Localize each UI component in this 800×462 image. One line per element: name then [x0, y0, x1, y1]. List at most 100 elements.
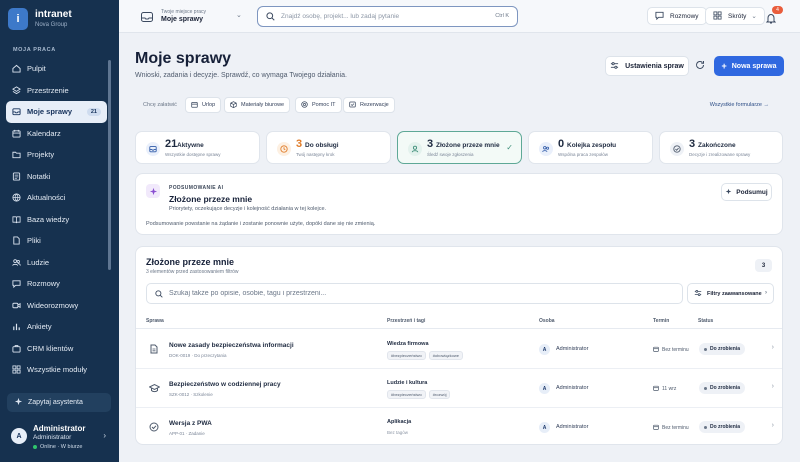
sidebar-scrollbar[interactable] [108, 60, 111, 270]
topbar: Twoje miejsce pracy Moje sprawy ⌄ Ctrl K… [119, 0, 800, 33]
chart-icon [12, 322, 21, 331]
status-text: Do zrobienia [710, 385, 741, 391]
case-due-text: Bez terminu [662, 347, 689, 353]
list-search[interactable] [146, 283, 683, 304]
chip-urlop[interactable]: Urlop [185, 97, 222, 113]
ask-assistant-button[interactable]: Zapytaj asystenta [7, 393, 111, 412]
calendar-icon [653, 424, 659, 432]
case-settings-button[interactable]: Ustawienia spraw [605, 56, 689, 76]
sidebar-item-label: Pliki [27, 236, 41, 246]
chip-pomoc-it[interactable]: Pomoc IT [295, 97, 342, 113]
chip-label: Pomoc IT [312, 102, 336, 108]
case-space: Aplikacja [387, 419, 412, 425]
chat-button[interactable]: Rozmowy [647, 7, 707, 25]
tag[interactable]: #bezpieczeństwo [387, 390, 426, 399]
stat-label: Kolejka zespołu [567, 142, 617, 149]
shortcuts-label: Skróty [728, 12, 747, 20]
sidebar-item-notatki[interactable]: Notatki [6, 166, 107, 188]
shortcuts-button[interactable]: Skróty ⌄ [705, 7, 765, 25]
stat-card-team-queue[interactable]: 0 Kolejka zespołu Wspólna praca zespołów [528, 131, 653, 164]
chip-materialy-biurowe[interactable]: Materiały biurowe [224, 97, 291, 113]
chat-label: Rozmowy [670, 12, 699, 20]
sidebar-item-rozmowy[interactable]: Rozmowy [6, 273, 107, 295]
tag[interactable]: #obowiązkowe [428, 351, 463, 360]
user-menu[interactable]: A Administrator Administrator Online · W… [11, 424, 111, 454]
stat-number: 0 [558, 138, 565, 150]
ask-assistant-label: Zapytaj asystenta [28, 399, 83, 406]
status-badge: Do zrobienia [699, 343, 746, 355]
case-meta: SZK-0012 · Szkolenie [169, 392, 213, 397]
case-meta: APP-01 · Zadanie [169, 431, 205, 436]
sidebar-item-przestrzenie[interactable]: Przestrzenie [6, 80, 107, 102]
notifications-badge: 4 [772, 6, 783, 14]
booking-icon [349, 101, 356, 110]
chevron-right-icon[interactable]: › [772, 422, 774, 429]
workspace-switcher[interactable]: Twoje miejsce pracy Moje sprawy [141, 9, 206, 24]
sidebar-item-ludzie[interactable]: Ludzie [6, 252, 107, 274]
book-icon [12, 215, 21, 224]
clock-icon [277, 142, 291, 156]
stat-description: Decyzje i zrealizowane sprawy [689, 152, 751, 157]
stat-card-completed[interactable]: 3 Zakończone Decyzje i zrealizowane spra… [659, 131, 783, 164]
column-case[interactable]: Sprawa [146, 318, 164, 324]
table-row[interactable]: Wersja z PWA APP-01 · Zadanie Aplikacja … [136, 408, 782, 444]
refresh-button[interactable] [693, 58, 707, 72]
chip-label: Rezerwacje [360, 102, 389, 108]
chevron-right-icon[interactable]: › [772, 344, 774, 351]
sidebar-item-ankiety[interactable]: Ankiety [6, 316, 107, 338]
sidebar-item-wszystkie-moduly[interactable]: Wszystkie moduły [6, 359, 107, 381]
summarize-button[interactable]: Podsumuj [721, 183, 772, 201]
sidebar-item-wideorozmowy[interactable]: Wideorozmowy [6, 295, 107, 317]
sidebar-item-crm[interactable]: CRM klientów [6, 338, 107, 360]
summarize-label: Podsumuj [736, 188, 768, 196]
sidebar-item-label: Pulpit [27, 64, 46, 74]
sidebar-item-baza-wiedzy[interactable]: Baza wiedzy [6, 209, 107, 231]
sidebar-item-label: Projekty [27, 150, 55, 160]
sidebar-item-aktualnosci[interactable]: Aktualności [6, 187, 107, 209]
page-subtitle: Wnioski, zadania i decyzje. Sprawdź, co … [135, 72, 347, 79]
column-due[interactable]: Termin [653, 318, 669, 324]
brand[interactable]: i intranet Nova Group [8, 8, 72, 30]
case-owner: Administrator [556, 346, 589, 352]
check-icon: ✓ [506, 143, 513, 152]
sidebar-item-kalendarz[interactable]: Kalendarz [6, 123, 107, 145]
stat-card-to-handle[interactable]: 3 Do obsługi Twój następny krok [266, 131, 391, 164]
sidebar-item-projekty[interactable]: Projekty [6, 144, 107, 166]
stat-card-submitted-by-me[interactable]: 3 Złożone przeze mnie Śledź swoje zgłosz… [397, 131, 522, 164]
tag[interactable]: #rozwój [428, 390, 451, 399]
stat-description: Wspólna praca zespołów [558, 152, 609, 157]
chip-rezerwacje[interactable]: Rezerwacje [343, 97, 395, 113]
column-status[interactable]: Status [698, 318, 713, 324]
table-row[interactable]: Bezpieczeństwo w codziennej pracy SZK-00… [136, 369, 782, 408]
global-search[interactable]: Ctrl K [257, 6, 518, 27]
avatar: A [11, 428, 27, 444]
sliders-icon [694, 289, 702, 299]
table-row[interactable]: Nowe zasady bezpieczeństwa informacji DO… [136, 330, 782, 369]
chevron-right-icon[interactable]: › [772, 383, 774, 390]
tag[interactable]: #bezpieczeństwo [387, 351, 426, 360]
file-icon [12, 236, 21, 245]
avatar: A [539, 344, 550, 355]
stat-card-active[interactable]: 21 Aktywne Wszystkie dostępne sprawy [135, 131, 260, 164]
sidebar-item-pulpit[interactable]: Pulpit [6, 58, 107, 80]
note-icon [12, 172, 21, 181]
sidebar-item-moje-sprawy[interactable]: Moje sprawy 21 [6, 101, 107, 123]
all-forms-link[interactable]: Wszystkie formularze → [710, 102, 769, 108]
advanced-filters-button[interactable]: Filtry zaawansowane › [687, 283, 774, 304]
case-due: Bez terminu [653, 346, 689, 354]
new-case-button[interactable]: + Nowa sprawa [714, 56, 784, 76]
list-search-input[interactable] [169, 290, 649, 297]
inbox-icon [12, 107, 21, 116]
graduation-icon [148, 382, 160, 394]
column-space[interactable]: Przestrzeń i tagi [387, 318, 425, 324]
column-owner[interactable]: Osoba [539, 318, 555, 324]
sidebar-item-label: Moje sprawy [27, 107, 73, 117]
briefcase-icon [12, 344, 21, 353]
case-due: Bez terminu [653, 424, 689, 432]
sidebar-item-pliki[interactable]: Pliki [6, 230, 107, 252]
case-owner: Administrator [556, 424, 589, 430]
chevron-down-icon[interactable]: ⌄ [236, 11, 242, 19]
search-input[interactable] [281, 13, 471, 20]
count-badge: 21 [86, 107, 101, 116]
case-name: Wersja z PWA [169, 420, 212, 427]
